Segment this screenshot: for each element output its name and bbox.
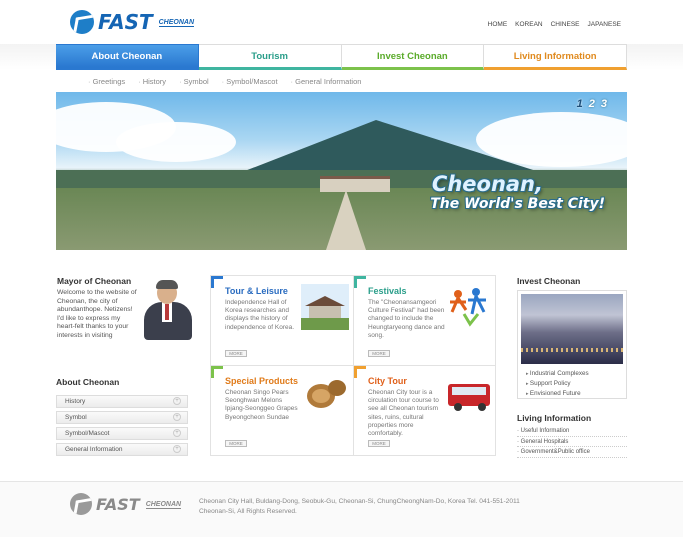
- mayor-greeting-text: Welcome to the website of Cheonan, the c…: [57, 289, 137, 339]
- card-description: The "Cheonansamgeori Culture Festival" h…: [368, 299, 445, 339]
- subnav-greetings[interactable]: Greetings: [88, 77, 126, 86]
- lang-japanese-link[interactable]: JAPANESE: [588, 21, 621, 28]
- logo-subtext: CHEONAN: [158, 19, 194, 27]
- invest-link-support[interactable]: Support Policy: [526, 379, 589, 389]
- card-special-products: Special Products Cheonan Singo Pears Seo…: [211, 366, 353, 455]
- footer-address: Cheonan City Hall, Buldang-Dong, Seobuk-…: [199, 498, 520, 515]
- more-button[interactable]: MORE: [368, 350, 390, 357]
- tour-bus-image: [448, 384, 490, 411]
- subnav-symbol[interactable]: Symbol: [179, 77, 209, 86]
- mayor-photo[interactable]: [138, 280, 200, 340]
- about-item-symbol[interactable]: Symbol +: [56, 411, 188, 424]
- plus-icon: +: [173, 413, 181, 421]
- living-link-hospitals[interactable]: General Hospitals: [517, 437, 627, 447]
- city-night-image[interactable]: [521, 294, 623, 364]
- logo-icon: [70, 10, 94, 34]
- card-festivals: Festivals The "Cheonansamgeori Culture F…: [354, 276, 496, 365]
- card-tour-leisure: Tour & Leisure Independence Hall of Kore…: [211, 276, 353, 365]
- about-item-general-information[interactable]: General Information +: [56, 443, 188, 456]
- invest-panel: Industrial Complexes Support Policy Envi…: [517, 290, 627, 399]
- mayor-heading[interactable]: Mayor of Cheonan: [57, 276, 131, 286]
- card-city-tour: City Tour Cheonan City tour is a circula…: [354, 366, 496, 455]
- subnav-history[interactable]: History: [138, 77, 166, 86]
- hero-banner[interactable]: 1 2 3 Cheonan, The World's Best City!: [56, 92, 627, 250]
- plus-icon: +: [173, 429, 181, 437]
- more-button[interactable]: MORE: [225, 350, 247, 357]
- lang-korean-link[interactable]: KOREAN: [515, 21, 542, 28]
- plus-icon: +: [173, 397, 181, 405]
- invest-link-future[interactable]: Envisioned Future: [526, 389, 589, 399]
- living-links: Useful Information General Hospitals Gov…: [517, 426, 627, 458]
- festival-dancers-image: [450, 288, 486, 327]
- banner-page-3[interactable]: 3: [601, 98, 607, 110]
- banner-page-2[interactable]: 2: [589, 98, 595, 110]
- site-logo[interactable]: FAST CHEONAN: [70, 10, 194, 34]
- living-link-useful[interactable]: Useful Information: [517, 426, 627, 437]
- tab-living-information[interactable]: Living Information: [484, 44, 627, 70]
- hero-title-line2: The World's Best City!: [430, 196, 605, 212]
- card-description: Cheonan Singo Pears Seonghwan Melons Ipj…: [225, 389, 298, 421]
- living-heading[interactable]: Living Information: [517, 413, 591, 423]
- lang-home-link[interactable]: HOME: [488, 21, 508, 28]
- feature-grid: Tour & Leisure Independence Hall of Kore…: [210, 275, 496, 456]
- language-menu: HOME KOREAN CHINESE JAPANESE: [488, 21, 621, 28]
- about-menu: History + Symbol + Symbol/Mascot + General …: [56, 395, 188, 459]
- card-title[interactable]: Special Products: [225, 376, 298, 386]
- living-link-government[interactable]: Government&Public office: [517, 447, 627, 458]
- plus-icon: +: [173, 445, 181, 453]
- lang-chinese-link[interactable]: CHINESE: [551, 21, 580, 28]
- card-description: Cheonan City tour is a circulation tour …: [368, 389, 439, 438]
- about-item-history[interactable]: History +: [56, 395, 188, 408]
- invest-heading[interactable]: Invest Cheonan: [517, 276, 580, 286]
- hero-slogan: Cheonan, The World's Best City!: [430, 172, 605, 212]
- banner-pager: 1 2 3: [577, 98, 607, 110]
- sub-navigation: Greetings History Symbol Symbol/Mascot G…: [88, 77, 362, 86]
- tab-tourism[interactable]: Tourism: [198, 44, 342, 70]
- invest-links: Industrial Complexes Support Policy Envi…: [526, 369, 589, 399]
- tab-invest-cheonan[interactable]: Invest Cheonan: [341, 44, 485, 70]
- invest-link-industrial[interactable]: Industrial Complexes: [526, 369, 589, 379]
- hall-image: [301, 284, 349, 330]
- more-button[interactable]: MORE: [225, 440, 247, 447]
- main-navigation: About Cheonan Tourism Invest Cheonan Liv…: [56, 44, 627, 70]
- logo-text: FAST: [98, 10, 153, 34]
- road-shape: [326, 190, 366, 250]
- logo-icon: [70, 493, 92, 515]
- tab-about-cheonan[interactable]: About Cheonan: [56, 44, 199, 70]
- about-heading: About Cheonan: [56, 377, 120, 387]
- card-description: Independence Hall of Korea researches an…: [225, 299, 295, 331]
- hero-title-line1: Cheonan,: [431, 172, 543, 196]
- card-title[interactable]: Festivals: [368, 286, 407, 296]
- hall-building-shape: [320, 176, 390, 192]
- footer-logo: FAST CHEONAN: [70, 493, 182, 515]
- card-title[interactable]: City Tour: [368, 376, 407, 386]
- card-title[interactable]: Tour & Leisure: [225, 286, 288, 296]
- more-button[interactable]: MORE: [368, 440, 390, 447]
- subnav-symbol-mascot[interactable]: Symbol/Mascot: [222, 77, 277, 86]
- walnut-image: [307, 380, 346, 408]
- banner-page-1[interactable]: 1: [577, 98, 583, 110]
- about-item-symbol-mascot[interactable]: Symbol/Mascot +: [56, 427, 188, 440]
- subnav-general-information[interactable]: General Information: [291, 77, 361, 86]
